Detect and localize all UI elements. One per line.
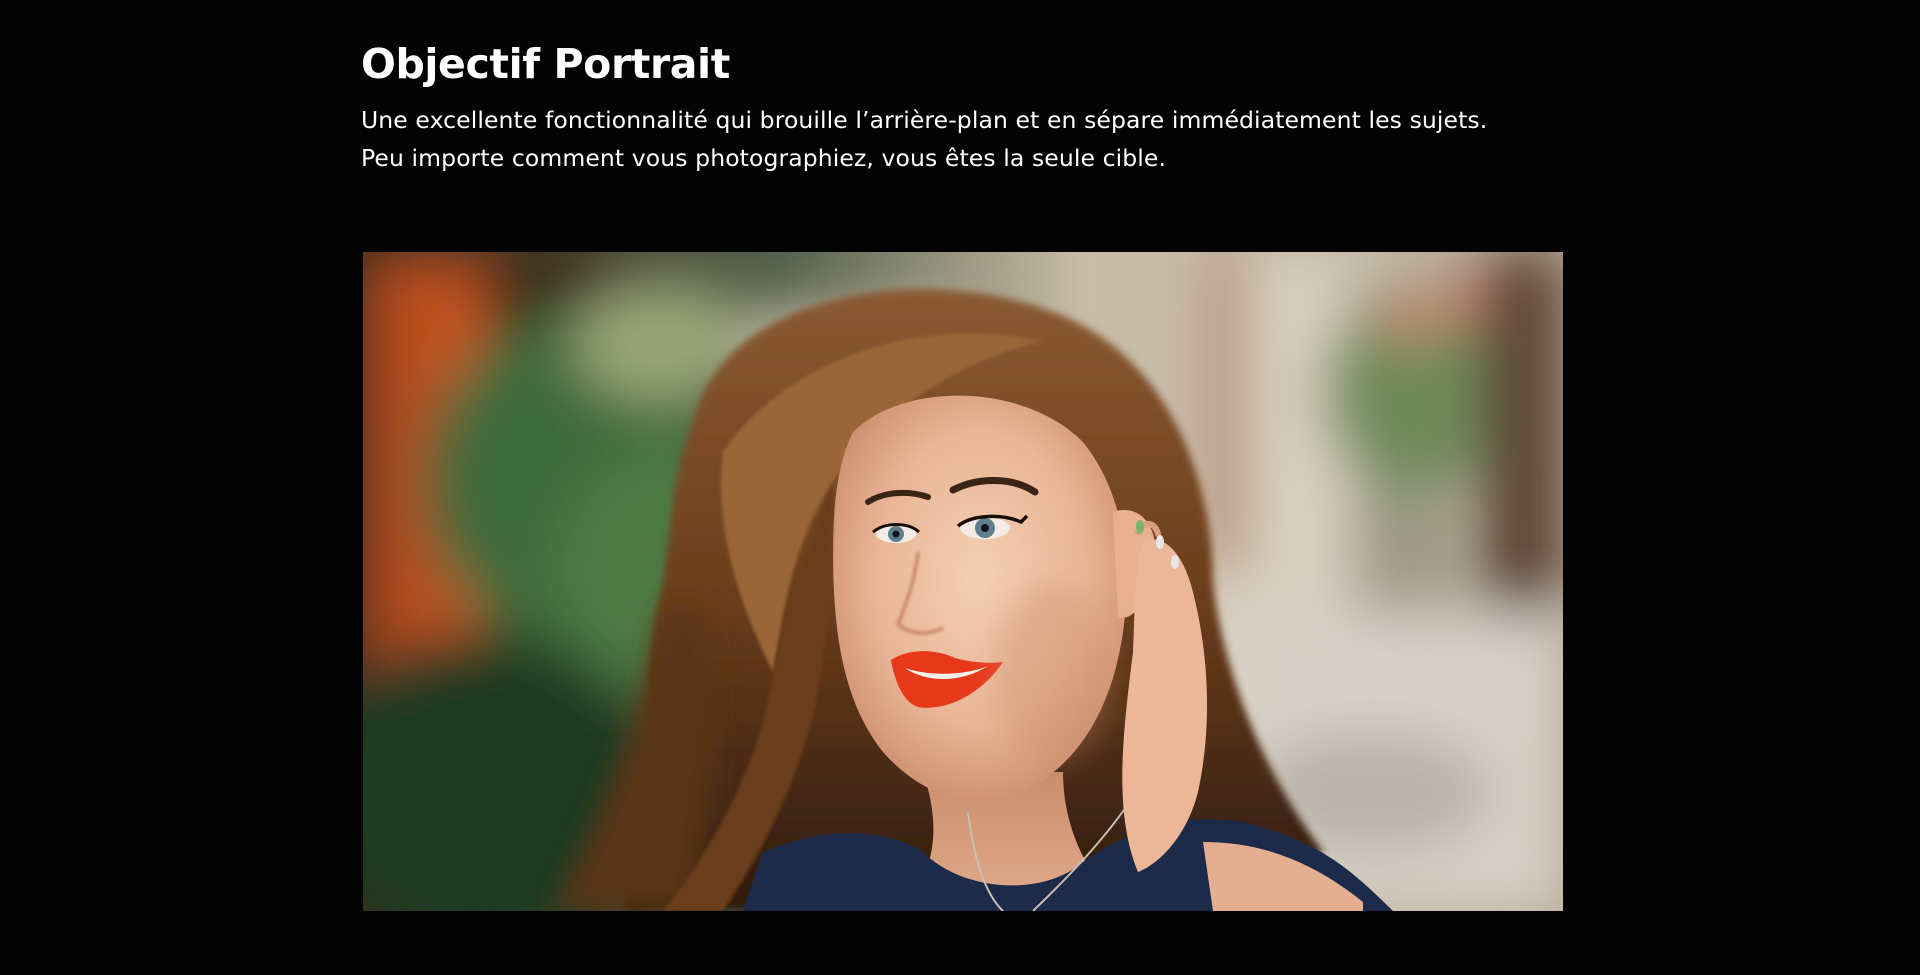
section-title: Objectif Portrait [361, 40, 730, 88]
section-description: Une excellente fonctionnalité qui brouil… [361, 101, 1581, 177]
portrait-photo [363, 252, 1563, 911]
description-line-1: Une excellente fonctionnalité qui brouil… [361, 106, 1488, 134]
description-line-2: Peu importe comment vous photographiez, … [361, 144, 1167, 172]
